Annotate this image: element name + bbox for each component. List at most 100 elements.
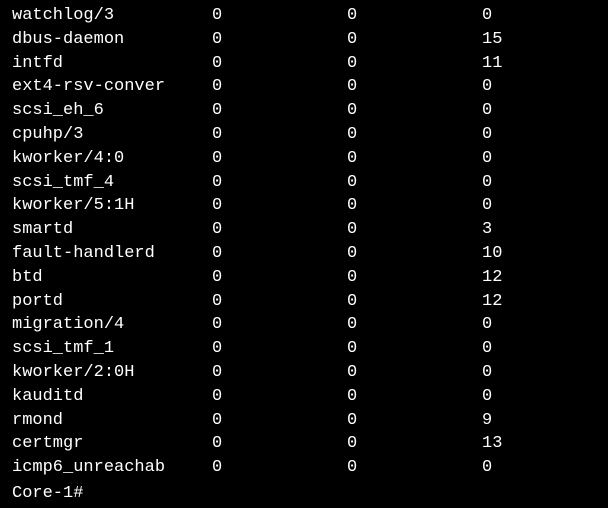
process-col3: 0 [482,313,608,337]
process-col3: 0 [482,123,608,147]
table-row: kworker/4:0000 [12,147,596,171]
process-col2: 0 [347,147,482,171]
table-row: certmgr0013 [12,432,596,456]
process-col2: 0 [347,290,482,314]
process-col3: 13 [482,432,608,456]
process-col1: 0 [212,99,347,123]
table-row: scsi_eh_6000 [12,99,596,123]
process-col2: 0 [347,28,482,52]
process-col3: 10 [482,242,608,266]
table-row: ext4-rsv-conver000 [12,75,596,99]
process-col1: 0 [212,4,347,28]
process-name: migration/4 [12,313,212,337]
process-col3: 11 [482,52,608,76]
process-col1: 0 [212,266,347,290]
table-row: scsi_tmf_4000 [12,171,596,195]
table-row: scsi_tmf_1000 [12,337,596,361]
process-col3: 0 [482,361,608,385]
process-col2: 0 [347,4,482,28]
process-col2: 0 [347,313,482,337]
table-row: kworker/2:0H000 [12,361,596,385]
process-name: rmond [12,409,212,433]
process-col1: 0 [212,385,347,409]
process-col3: 0 [482,337,608,361]
process-name: portd [12,290,212,314]
process-name: icmp6_unreachab [12,456,212,480]
table-row: icmp6_unreachab000 [12,456,596,480]
table-row: cpuhp/3000 [12,123,596,147]
process-col3: 9 [482,409,608,433]
process-col1: 0 [212,123,347,147]
process-col1: 0 [212,28,347,52]
table-row: migration/4000 [12,313,596,337]
process-col1: 0 [212,361,347,385]
process-col1: 0 [212,337,347,361]
process-name: kauditd [12,385,212,409]
table-row: kauditd000 [12,385,596,409]
process-name: intfd [12,52,212,76]
process-col3: 12 [482,290,608,314]
table-row: intfd0011 [12,52,596,76]
process-col2: 0 [347,99,482,123]
process-col3: 0 [482,456,608,480]
table-row: rmond009 [12,409,596,433]
process-name: cpuhp/3 [12,123,212,147]
table-row: watchlog/3000 [12,4,596,28]
process-col2: 0 [347,194,482,218]
process-table: watchlog/3000dbus-daemon0015intfd0011ext… [12,4,596,480]
process-col3: 0 [482,385,608,409]
process-col2: 0 [347,361,482,385]
process-name: dbus-daemon [12,28,212,52]
process-col3: 12 [482,266,608,290]
process-col2: 0 [347,456,482,480]
process-col1: 0 [212,52,347,76]
process-col2: 0 [347,218,482,242]
table-row: smartd003 [12,218,596,242]
process-name: kworker/2:0H [12,361,212,385]
process-name: scsi_tmf_1 [12,337,212,361]
process-col1: 0 [212,432,347,456]
shell-prompt[interactable]: Core-1# [12,482,596,506]
process-col2: 0 [347,266,482,290]
process-col2: 0 [347,337,482,361]
table-row: fault-handlerd0010 [12,242,596,266]
process-col2: 0 [347,123,482,147]
process-col2: 0 [347,171,482,195]
process-name: kworker/5:1H [12,194,212,218]
process-col3: 0 [482,75,608,99]
process-col3: 15 [482,28,608,52]
process-name: smartd [12,218,212,242]
process-col1: 0 [212,147,347,171]
process-col3: 0 [482,147,608,171]
process-name: fault-handlerd [12,242,212,266]
process-col3: 0 [482,4,608,28]
process-col1: 0 [212,456,347,480]
process-name: btd [12,266,212,290]
process-col3: 0 [482,194,608,218]
process-col1: 0 [212,171,347,195]
process-col1: 0 [212,75,347,99]
process-col3: 0 [482,171,608,195]
process-col2: 0 [347,242,482,266]
table-row: portd0012 [12,290,596,314]
process-col2: 0 [347,409,482,433]
process-col1: 0 [212,313,347,337]
process-name: certmgr [12,432,212,456]
process-name: watchlog/3 [12,4,212,28]
process-col2: 0 [347,432,482,456]
process-col2: 0 [347,52,482,76]
process-col3: 0 [482,99,608,123]
process-name: ext4-rsv-conver [12,75,212,99]
process-name: kworker/4:0 [12,147,212,171]
process-col1: 0 [212,242,347,266]
process-col2: 0 [347,75,482,99]
process-col3: 3 [482,218,608,242]
process-col2: 0 [347,385,482,409]
process-name: scsi_tmf_4 [12,171,212,195]
process-col1: 0 [212,218,347,242]
table-row: dbus-daemon0015 [12,28,596,52]
table-row: btd0012 [12,266,596,290]
table-row: kworker/5:1H000 [12,194,596,218]
process-col1: 0 [212,409,347,433]
process-col1: 0 [212,290,347,314]
